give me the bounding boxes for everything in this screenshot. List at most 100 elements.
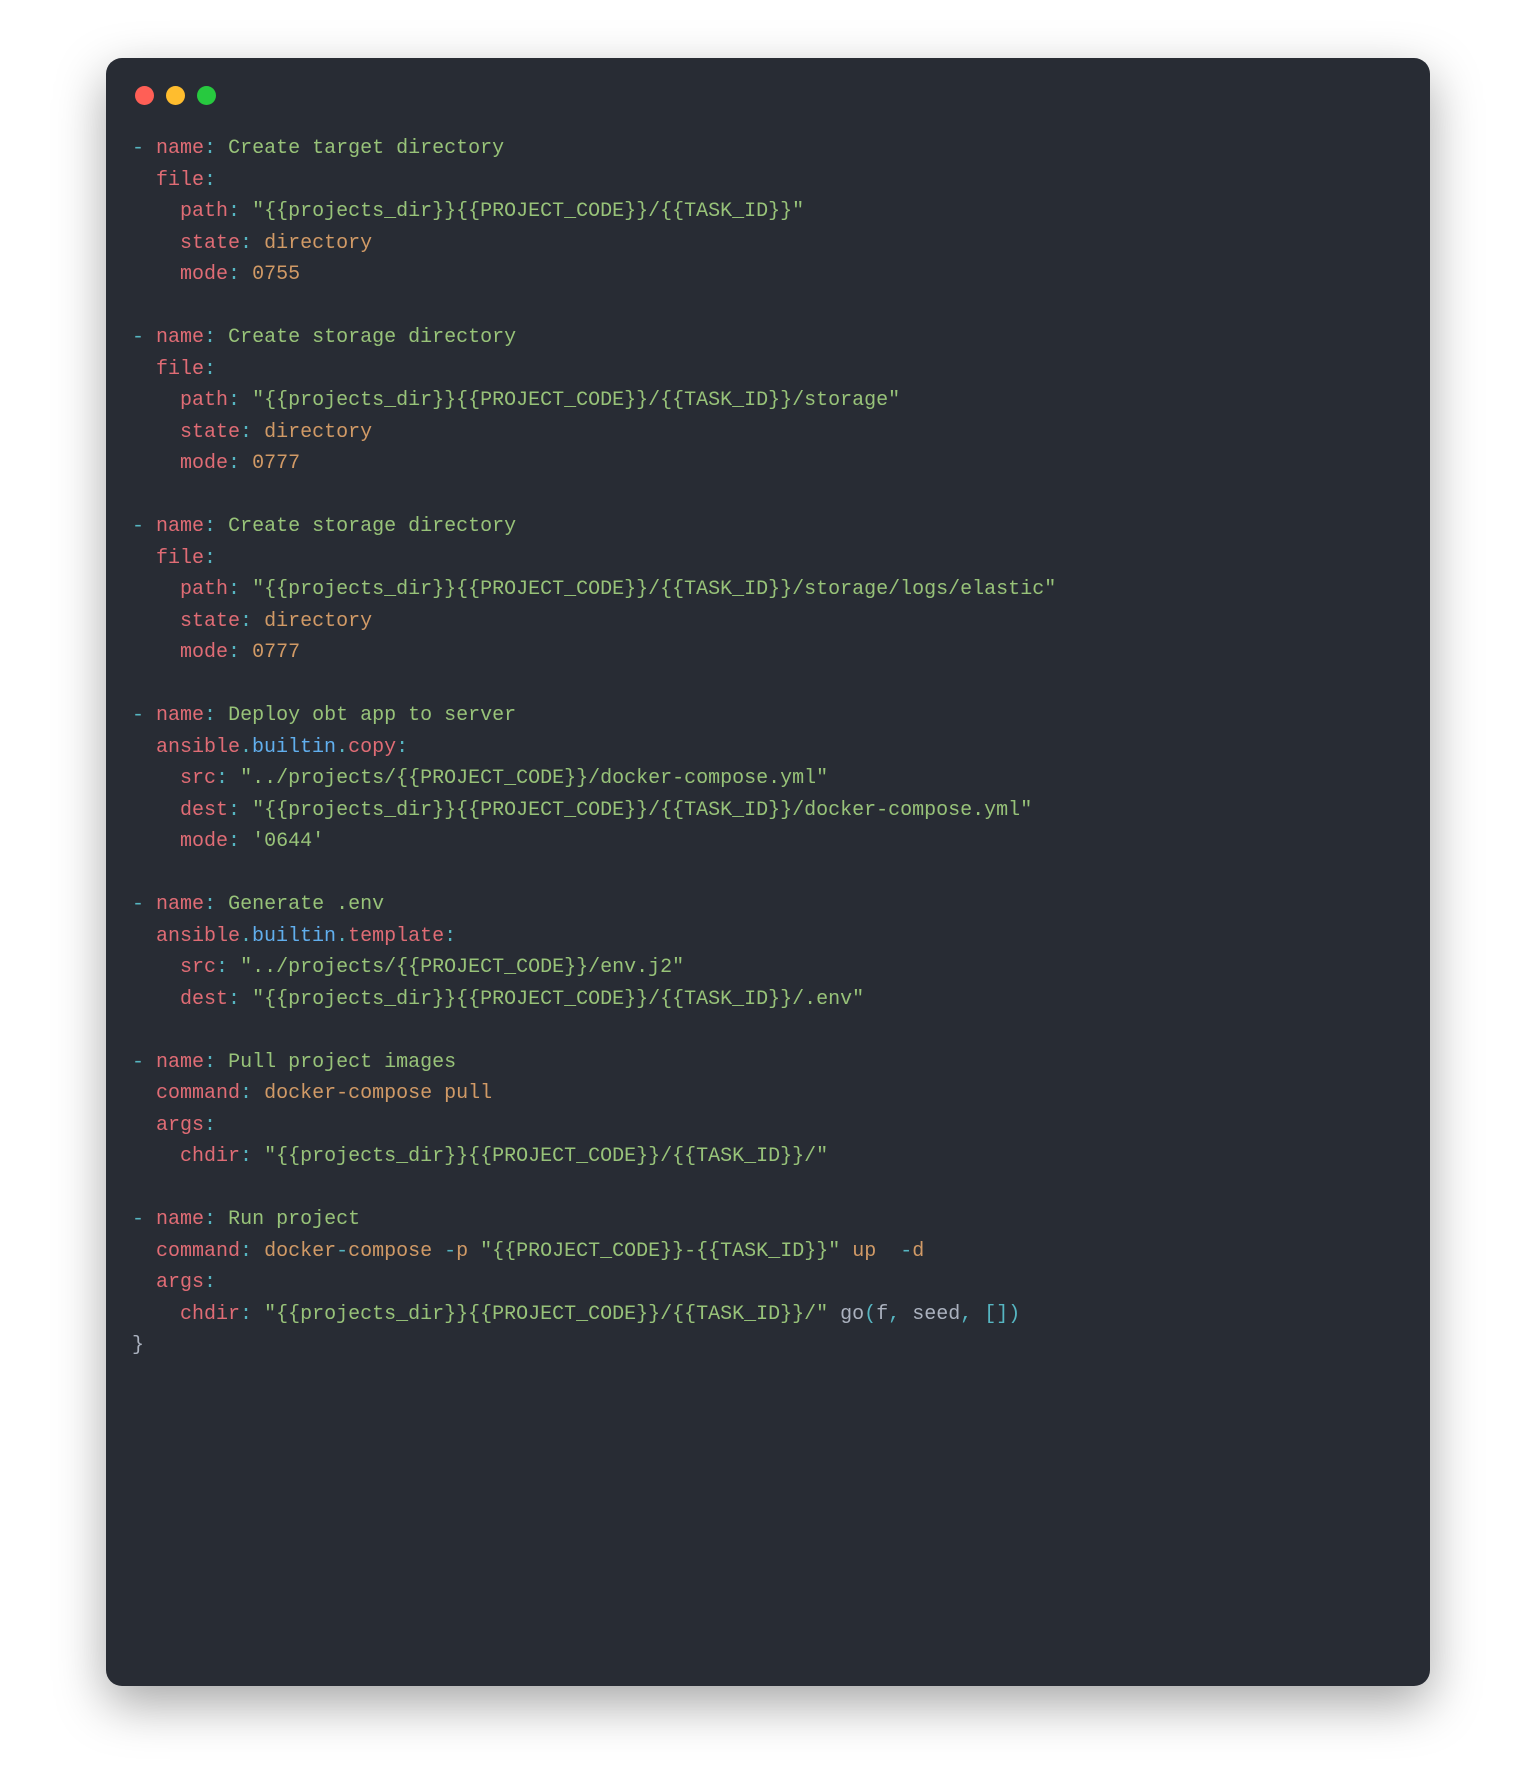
code-token: : — [204, 893, 216, 916]
code-token: mode — [180, 830, 228, 853]
code-token: : — [228, 389, 240, 412]
code-token: : — [204, 1114, 216, 1137]
code-token: ansible — [156, 736, 240, 759]
code-token: copy — [348, 736, 396, 759]
code-token: args — [156, 1271, 204, 1294]
code-token: ) — [1008, 1303, 1020, 1326]
code-token: seed — [900, 1303, 960, 1326]
code-token: . — [336, 925, 348, 948]
code-token: up — [840, 1240, 900, 1263]
code-token: name — [156, 1051, 204, 1074]
code-token — [132, 1114, 156, 1137]
code-token: : — [204, 137, 216, 160]
code-token — [252, 1082, 264, 1105]
code-token — [132, 799, 180, 822]
code-token: - — [132, 137, 156, 160]
code-token: name — [156, 326, 204, 349]
code-token: directory — [264, 610, 372, 633]
code-token: . — [336, 736, 348, 759]
code-token — [240, 799, 252, 822]
code-token: Pull project images — [228, 1051, 456, 1074]
code-token — [132, 610, 180, 633]
code-token: , — [888, 1303, 900, 1326]
code-token: command — [156, 1240, 240, 1263]
code-token — [132, 1082, 156, 1105]
code-token: [ — [984, 1303, 996, 1326]
code-token: "{{projects_dir}}{{PROJECT_CODE}}/{{TASK… — [252, 799, 1032, 822]
code-token — [132, 200, 180, 223]
code-token — [216, 704, 228, 727]
code-token — [240, 389, 252, 412]
code-token: . — [240, 736, 252, 759]
code-token: : — [204, 704, 216, 727]
zoom-icon[interactable] — [197, 86, 216, 105]
code-token: "{{PROJECT_CODE}}-{{TASK_ID}}" — [480, 1240, 840, 1263]
code-token — [132, 1271, 156, 1294]
code-token: 0777 — [252, 452, 300, 475]
code-token — [216, 893, 228, 916]
close-icon[interactable] — [135, 86, 154, 105]
code-token: path — [180, 578, 228, 601]
code-token: builtin — [252, 925, 336, 948]
code-token — [132, 389, 180, 412]
code-token: Create storage directory — [228, 326, 516, 349]
code-token: Run project — [228, 1208, 360, 1231]
code-token — [132, 736, 156, 759]
code-token — [132, 1303, 180, 1326]
code-token: : — [204, 1271, 216, 1294]
code-token — [132, 641, 180, 664]
code-token: name — [156, 704, 204, 727]
code-token: : — [204, 547, 216, 570]
code-token — [240, 452, 252, 475]
code-token — [132, 1240, 156, 1263]
code-token — [216, 1051, 228, 1074]
code-token: command — [156, 1082, 240, 1105]
code-token — [252, 1303, 264, 1326]
code-token — [132, 830, 180, 853]
code-token: - — [336, 1240, 348, 1263]
code-token: : — [216, 956, 228, 979]
code-token: name — [156, 137, 204, 160]
code-token — [216, 1208, 228, 1231]
code-token: - — [132, 1208, 156, 1231]
code-token: directory — [264, 232, 372, 255]
code-token: docker-compose pull — [264, 1082, 492, 1105]
code-token: : — [240, 421, 252, 444]
window-traffic-lights — [135, 86, 1404, 105]
code-token: - — [132, 515, 156, 538]
code-token: dest — [180, 799, 228, 822]
code-token: : — [228, 799, 240, 822]
code-token — [132, 988, 180, 1011]
code-token: dest — [180, 988, 228, 1011]
code-token: : — [396, 736, 408, 759]
code-token: Create storage directory — [228, 515, 516, 538]
code-token: "../projects/{{PROJECT_CODE}}/env.j2" — [240, 956, 684, 979]
code-token: : — [228, 988, 240, 1011]
code-token: mode — [180, 641, 228, 664]
code-token — [132, 1145, 180, 1168]
code-token: name — [156, 893, 204, 916]
code-token: go — [828, 1303, 864, 1326]
code-token: : — [204, 169, 216, 192]
code-token: Generate .env — [228, 893, 384, 916]
code-token: - — [132, 704, 156, 727]
code-token: : — [240, 232, 252, 255]
code-token — [240, 988, 252, 1011]
code-token: path — [180, 389, 228, 412]
code-token — [132, 358, 156, 381]
code-token: mode — [180, 452, 228, 475]
code-token — [252, 1145, 264, 1168]
code-token — [132, 452, 180, 475]
code-token — [216, 515, 228, 538]
minimize-icon[interactable] — [166, 86, 185, 105]
code-token — [216, 326, 228, 349]
code-token: template — [348, 925, 444, 948]
code-token — [132, 547, 156, 570]
code-token: "{{projects_dir}}{{PROJECT_CODE}}/{{TASK… — [264, 1145, 828, 1168]
code-token: : — [228, 452, 240, 475]
code-token: file — [156, 169, 204, 192]
code-token: state — [180, 421, 240, 444]
code-token — [132, 578, 180, 601]
code-token: : — [228, 200, 240, 223]
code-token: "{{projects_dir}}{{PROJECT_CODE}}/{{TASK… — [252, 578, 1056, 601]
